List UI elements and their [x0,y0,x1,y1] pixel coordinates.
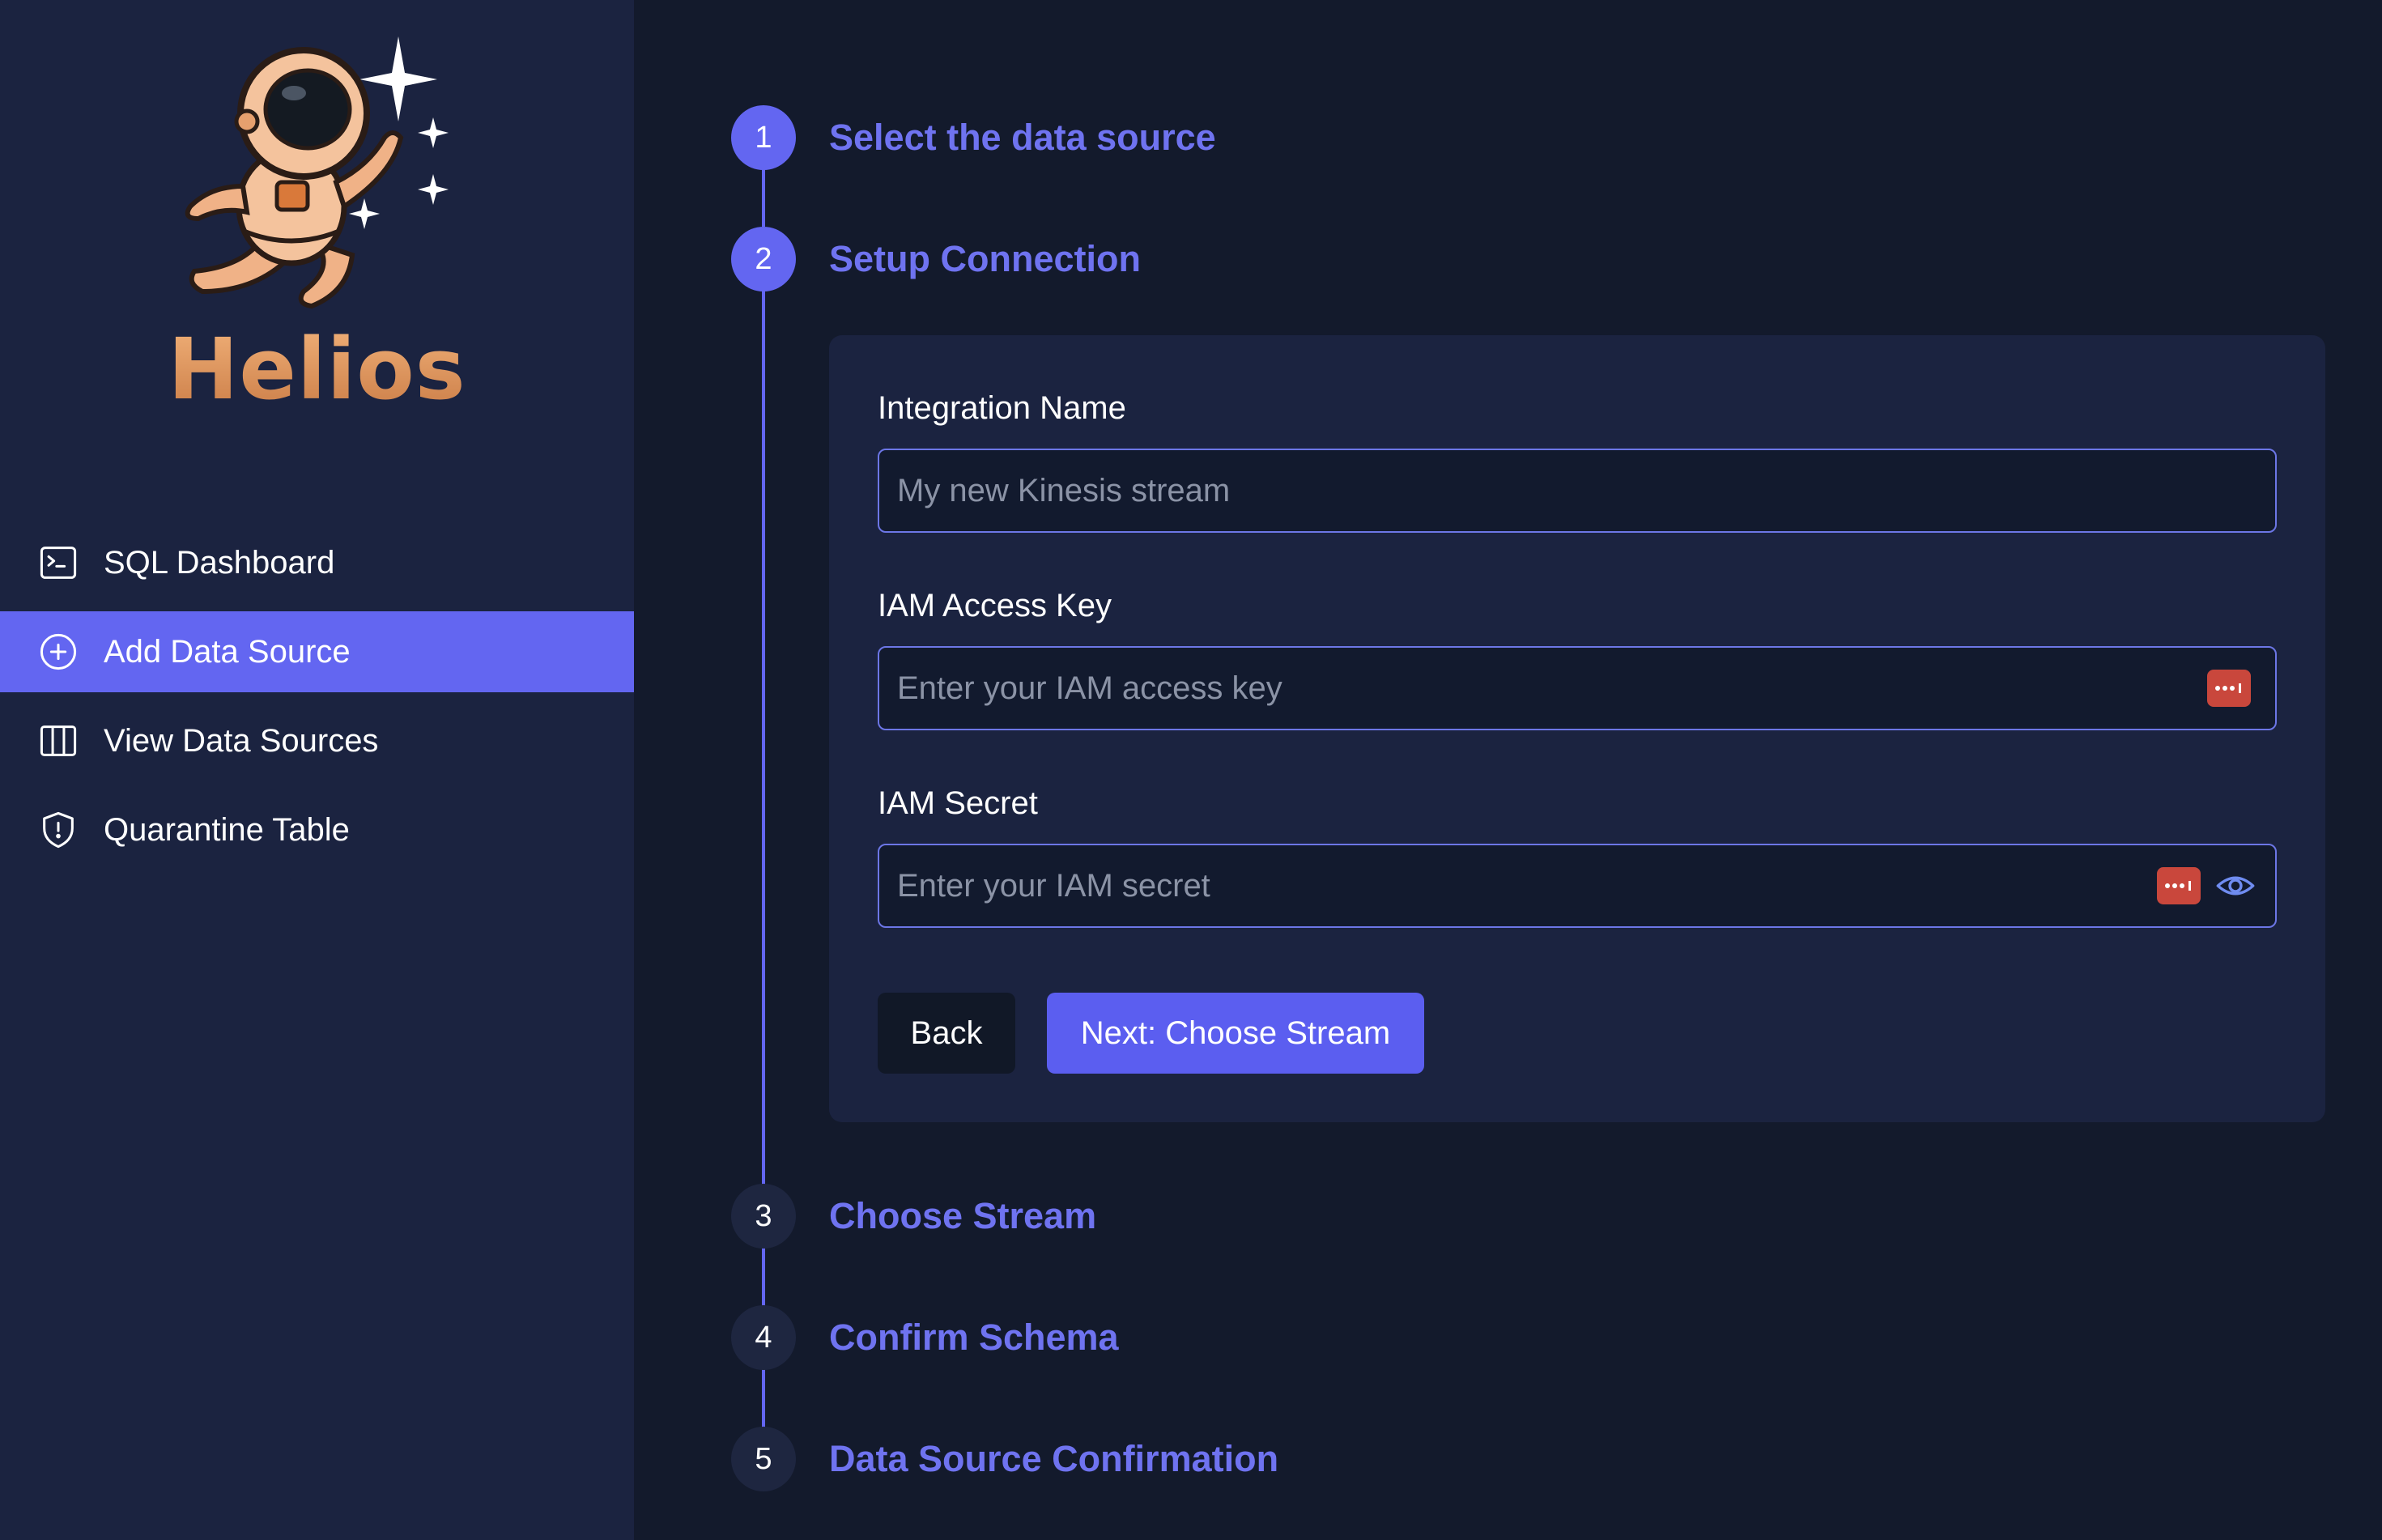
step-3-title[interactable]: Choose Stream [829,1184,1096,1249]
sidebar-item-label: Quarantine Table [104,811,350,848]
sidebar-item-label: SQL Dashboard [104,544,335,581]
access-key-input[interactable] [879,647,2207,730]
integration-name-input[interactable] [879,449,2275,532]
sidebar-item-label: Add Data Source [104,633,351,670]
columns-icon [37,720,79,762]
sidebar-item-quarantine-table[interactable]: Quarantine Table [0,789,634,870]
plus-circle-icon [37,631,79,673]
sidebar-item-add-data-source[interactable]: Add Data Source [0,611,634,692]
integration-name-label: Integration Name [878,390,1126,426]
stepper-connector [762,259,765,1344]
password-manager-icon[interactable] [2207,670,2251,707]
step-4-number: 4 [731,1305,796,1370]
step-2-number: 2 [731,227,796,291]
sidebar-item-sql-dashboard[interactable]: SQL Dashboard [0,522,634,603]
password-manager-icon[interactable] [2157,867,2201,904]
app-name: Helios [0,320,634,419]
sidebar-item-view-data-sources[interactable]: View Data Sources [0,700,634,781]
shield-alert-icon [37,809,79,851]
secret-label: IAM Secret [878,785,1038,821]
astronaut-logo-icon [162,24,470,316]
access-key-label: IAM Access Key [878,588,1112,623]
terminal-icon [37,542,79,584]
next-choose-stream-button[interactable]: Next: Choose Stream [1047,993,1424,1074]
eye-icon[interactable] [2214,864,2257,908]
step-3-number: 3 [731,1184,796,1249]
step-5-number: 5 [731,1427,796,1491]
access-key-field-wrapper [878,646,2277,730]
sidebar-item-label: View Data Sources [104,722,379,759]
setup-connection-card: Integration Name IAM Access Key IAM Secr… [829,335,2325,1122]
secret-field-wrapper [878,844,2277,928]
step-5-title[interactable]: Data Source Confirmation [829,1427,1278,1491]
step-4-title[interactable]: Confirm Schema [829,1305,1119,1370]
sidebar: Helios SQL Dashboard Add Data Source Vie… [0,0,634,1540]
secret-input[interactable] [879,844,2157,927]
step-2-title[interactable]: Setup Connection [829,227,1141,291]
sidebar-nav: SQL Dashboard Add Data Source View Data … [0,522,634,878]
integration-name-field-wrapper [878,449,2277,533]
step-1-number: 1 [731,105,796,170]
back-button[interactable]: Back [878,993,1015,1074]
step-1-title[interactable]: Select the data source [829,105,1216,170]
